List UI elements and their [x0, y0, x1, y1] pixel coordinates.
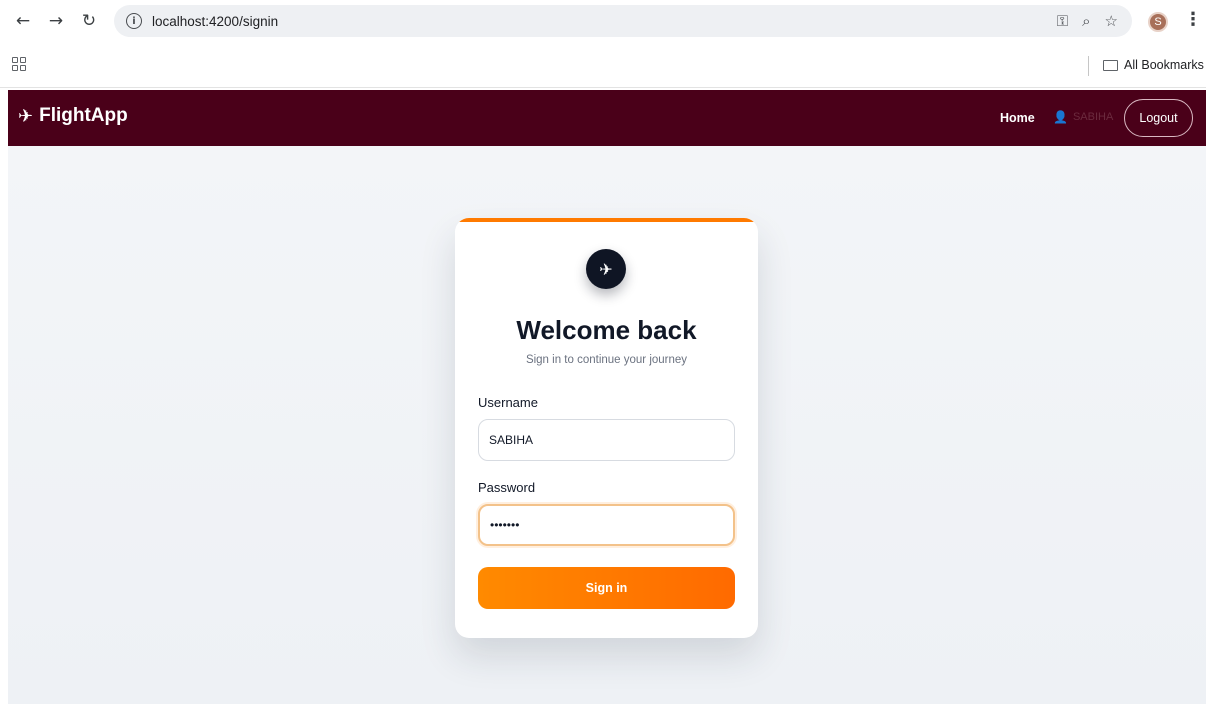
- browser-toolbar: ← → ↻ i localhost:4200/signin ⚿ ⌕ ☆ S ⋮: [0, 0, 1206, 50]
- bookmarks-bar: [0, 50, 1206, 88]
- logout-button[interactable]: Logout: [1124, 99, 1193, 137]
- all-bookmarks-label: All Bookmarks: [1124, 58, 1204, 72]
- star-icon[interactable]: ☆: [1105, 12, 1118, 30]
- forward-arrow-icon[interactable]: →: [45, 10, 67, 32]
- apps-grid-icon[interactable]: [12, 57, 26, 71]
- nav-username: SABIHA: [1072, 111, 1114, 123]
- address-url[interactable]: localhost:4200/signin: [152, 14, 278, 29]
- airplane-icon: ✈: [586, 249, 626, 289]
- bookmarks-divider: [1088, 56, 1089, 76]
- signin-button[interactable]: Sign in: [478, 567, 735, 609]
- all-bookmarks-button[interactable]: All Bookmarks: [1103, 58, 1204, 72]
- zoom-icon[interactable]: ⌕: [1082, 12, 1090, 30]
- info-icon[interactable]: i: [126, 13, 142, 29]
- key-icon[interactable]: ⚿: [1057, 12, 1068, 30]
- address-bar[interactable]: i localhost:4200/signin ⚿ ⌕ ☆: [114, 5, 1132, 37]
- page-subtitle: Sign in to continue your journey: [525, 354, 688, 366]
- kebab-menu-icon[interactable]: ⋮: [1184, 9, 1202, 30]
- profile-avatar[interactable]: S: [1148, 12, 1168, 32]
- signin-card: ✈ Welcome back Sign in to continue your …: [455, 218, 758, 638]
- username-label: Username: [478, 395, 538, 410]
- brand-name: FlightApp: [39, 105, 128, 126]
- folder-icon: [1103, 59, 1118, 71]
- nav-home-link[interactable]: Home: [1000, 111, 1035, 125]
- card-accent-bar: [455, 218, 758, 222]
- reload-icon[interactable]: ↻: [78, 10, 100, 32]
- airplane-icon: ✈: [18, 105, 34, 127]
- brand-link[interactable]: ✈ FlightApp: [18, 105, 128, 127]
- page-title: Welcome back: [516, 315, 697, 345]
- nav-user: 👤 SABIHA: [1053, 110, 1113, 124]
- password-label: Password: [478, 480, 536, 495]
- app-navbar: ✈ FlightApp Home 👤 SABIHA Logout: [8, 90, 1206, 146]
- back-arrow-icon[interactable]: ←: [12, 10, 34, 32]
- password-input[interactable]: [478, 504, 735, 546]
- username-input[interactable]: [478, 419, 735, 461]
- user-icon: 👤: [1053, 110, 1068, 124]
